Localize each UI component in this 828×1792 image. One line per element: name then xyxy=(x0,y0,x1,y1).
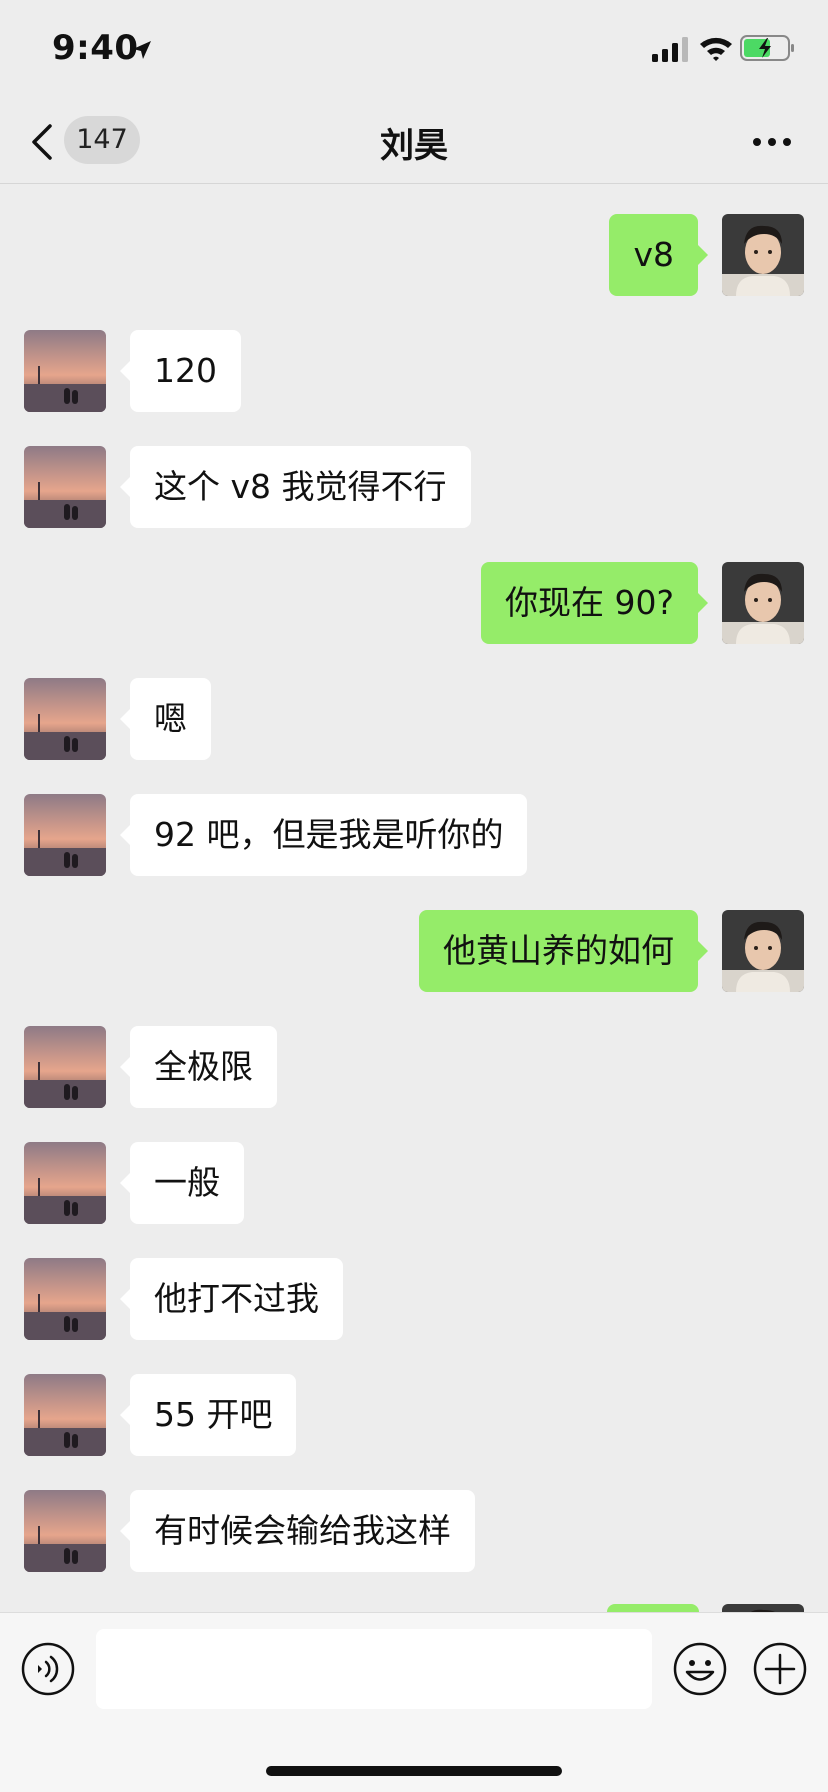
message-bubble-received[interactable]: 嗯 xyxy=(120,678,211,760)
message-list[interactable]: v8 120 这个 v8 我觉得不行 你现在 90? 嗯 92 吧，但是我是听你… xyxy=(0,184,828,1612)
my-avatar[interactable] xyxy=(722,214,804,296)
message-row: 92 吧，但是我是听你的 xyxy=(0,794,828,876)
chat-title: 刘昊 xyxy=(380,126,448,166)
contact-avatar[interactable] xyxy=(24,1258,106,1340)
message-row: 一般 xyxy=(0,1142,828,1224)
my-avatar-partial[interactable] xyxy=(722,1604,804,1612)
home-indicator[interactable] xyxy=(266,1766,562,1776)
battery-charging-icon xyxy=(740,35,794,61)
message-row: 嗯 xyxy=(0,678,828,760)
plus-circle-icon[interactable] xyxy=(752,1641,808,1697)
message-row: 他打不过我 xyxy=(0,1258,828,1340)
message-bubble-received[interactable]: 120 xyxy=(120,330,241,412)
contact-avatar[interactable] xyxy=(24,678,106,760)
more-dots-icon[interactable] xyxy=(752,136,792,148)
message-bubble-sent[interactable]: 他黄山养的如何 xyxy=(419,910,708,992)
contact-avatar[interactable] xyxy=(24,1026,106,1108)
message-row: 有时候会输给我这样 xyxy=(0,1490,828,1572)
message-row: 55 开吧 xyxy=(0,1374,828,1456)
message-bubble-received[interactable]: 这个 v8 我觉得不行 xyxy=(120,446,471,528)
status-bar: 9:40 xyxy=(0,0,828,100)
message-row: 120 xyxy=(0,330,828,412)
message-row: 他黄山养的如何 xyxy=(0,910,828,992)
message-bubble-sent[interactable]: v8 xyxy=(609,214,708,296)
voice-input-icon[interactable] xyxy=(20,1641,76,1697)
message-row: 这个 v8 我觉得不行 xyxy=(0,446,828,528)
message-bubble-received[interactable]: 55 开吧 xyxy=(119,1374,297,1456)
nav-bar: 147 刘昊 xyxy=(0,100,828,184)
contact-avatar[interactable] xyxy=(24,446,106,528)
emoji-icon[interactable] xyxy=(672,1641,728,1697)
location-arrow-icon xyxy=(133,41,151,59)
status-time: 9:40 xyxy=(52,28,139,68)
message-bubble-received[interactable]: 全极限 xyxy=(120,1026,277,1108)
my-avatar[interactable] xyxy=(722,562,804,644)
message-input[interactable] xyxy=(96,1629,652,1709)
message-row: 全极限 xyxy=(0,1026,828,1108)
contact-avatar[interactable] xyxy=(24,330,106,412)
cellular-signal-icon xyxy=(652,37,688,62)
message-bubble-received[interactable]: 一般 xyxy=(120,1142,244,1224)
contact-avatar[interactable] xyxy=(24,1142,106,1224)
message-bubble-sent-partial[interactable] xyxy=(607,1604,699,1612)
message-row: v8 xyxy=(0,214,828,296)
message-bubble-received[interactable]: 他打不过我 xyxy=(120,1258,343,1340)
wifi-icon xyxy=(700,37,732,61)
input-bar xyxy=(0,1612,828,1792)
contact-avatar[interactable] xyxy=(24,794,106,876)
message-row: 你现在 90? xyxy=(0,562,828,644)
message-bubble-received[interactable]: 92 吧，但是我是听你的 xyxy=(119,794,528,876)
contact-avatar[interactable] xyxy=(24,1374,106,1456)
message-bubble-sent[interactable]: 你现在 90? xyxy=(481,562,708,644)
message-bubble-received[interactable]: 有时候会输给我这样 xyxy=(120,1490,475,1572)
my-avatar[interactable] xyxy=(722,910,804,992)
contact-avatar[interactable] xyxy=(24,1490,106,1572)
